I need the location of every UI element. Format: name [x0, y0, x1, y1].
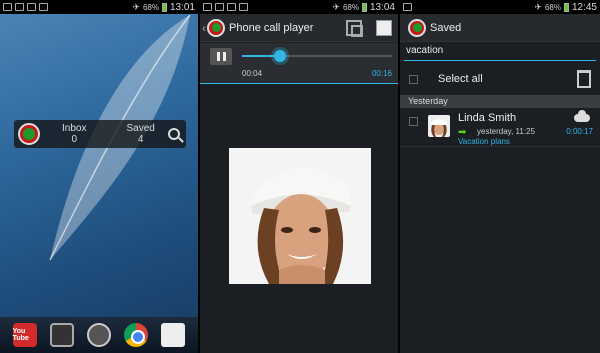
contact-name: Linda Smith — [458, 112, 517, 124]
search-underline — [404, 60, 596, 61]
chrome-icon[interactable] — [124, 323, 149, 347]
list-item[interactable]: Linda Smith ➡ yesterday, 11:25 Vacation … — [400, 109, 600, 147]
image-icon — [215, 3, 224, 11]
app-logo-icon[interactable] — [207, 18, 225, 37]
battery-icon — [563, 2, 569, 12]
image-icon — [239, 3, 248, 11]
battery-icon — [361, 2, 367, 12]
seek-bar-thumb[interactable] — [273, 50, 286, 62]
play-store-icon[interactable] — [161, 323, 186, 347]
status-bar: ✈ 68% 12:45 — [400, 0, 600, 14]
copy-icon[interactable] — [346, 19, 363, 37]
app-logo-icon[interactable] — [18, 123, 40, 145]
usb-icon — [203, 3, 212, 11]
search-value: vacation — [406, 45, 444, 56]
widget-inbox[interactable]: Inbox 0 — [62, 123, 86, 145]
audio-player: 00:04 00:16 — [200, 43, 398, 83]
seek-bar[interactable] — [242, 50, 392, 62]
pause-button[interactable] — [210, 48, 232, 65]
battery-percent: 68% — [544, 2, 561, 12]
airplane-icon: ✈ — [534, 1, 542, 12]
contact-photo — [229, 148, 371, 284]
player-screen: ✈ 68% 13:04 ‹ Phone call player 00:04 00… — [200, 0, 398, 353]
section-header: Yesterday — [400, 95, 600, 108]
clock: 12:45 — [571, 1, 597, 13]
notes-icon[interactable] — [376, 19, 392, 36]
position-time: 00:04 — [242, 69, 263, 78]
call-recorder-widget[interactable]: Inbox 0 Saved 4 — [14, 120, 186, 148]
saved-count: 4 — [137, 134, 144, 145]
clock: 13:04 — [369, 1, 395, 13]
duration-time: 00:16 — [371, 69, 392, 78]
divider — [200, 83, 398, 84]
trash-icon[interactable] — [577, 70, 591, 88]
mail-icon — [227, 3, 236, 11]
home-screen: ✈ 68% 13:01 Inbox 0 Saved 4 You Tube — [0, 0, 198, 353]
call-note: Vacation plans — [458, 137, 510, 146]
select-all-checkbox[interactable] — [409, 74, 418, 84]
youtube-icon[interactable]: You Tube — [12, 323, 37, 347]
action-bar: Saved — [400, 14, 600, 42]
select-all-row[interactable]: Select all — [400, 64, 600, 94]
back-icon[interactable]: ‹ — [202, 21, 206, 35]
page-title: Phone call player — [229, 21, 314, 34]
call-time: yesterday, 11:25 — [477, 127, 535, 136]
status-bar: ✈ 68% 13:04 — [200, 0, 398, 14]
apps-icon[interactable] — [86, 323, 111, 347]
battery-percent: 68% — [342, 2, 359, 12]
saved-screen: ✈ 68% 12:45 Saved vacation Select all Ye… — [400, 0, 600, 353]
search-input[interactable]: vacation — [400, 42, 600, 62]
youtube-label: You Tube — [12, 328, 29, 342]
select-all-label: Select all — [438, 73, 483, 85]
action-bar: ‹ Phone call player — [200, 14, 398, 42]
cloud-icon — [574, 110, 590, 122]
avatar — [428, 115, 450, 137]
page-title: Saved — [430, 21, 462, 34]
mail-icon — [27, 3, 36, 11]
camera-icon[interactable] — [49, 323, 74, 347]
app-logo-icon[interactable] — [408, 18, 426, 37]
dock: You Tube — [0, 317, 198, 353]
image-icon — [15, 3, 24, 11]
item-checkbox[interactable] — [409, 117, 418, 126]
usb-icon — [3, 3, 12, 11]
saved-label: Saved — [126, 123, 155, 134]
widget-saved[interactable]: Saved 4 — [126, 123, 154, 145]
search-icon[interactable] — [168, 128, 180, 140]
airplane-icon: ✈ — [332, 1, 340, 12]
call-duration: 0:00:17 — [566, 127, 593, 136]
inbox-count: 0 — [71, 134, 78, 145]
notification-icon — [403, 3, 412, 11]
inbox-label: Inbox — [62, 123, 87, 134]
